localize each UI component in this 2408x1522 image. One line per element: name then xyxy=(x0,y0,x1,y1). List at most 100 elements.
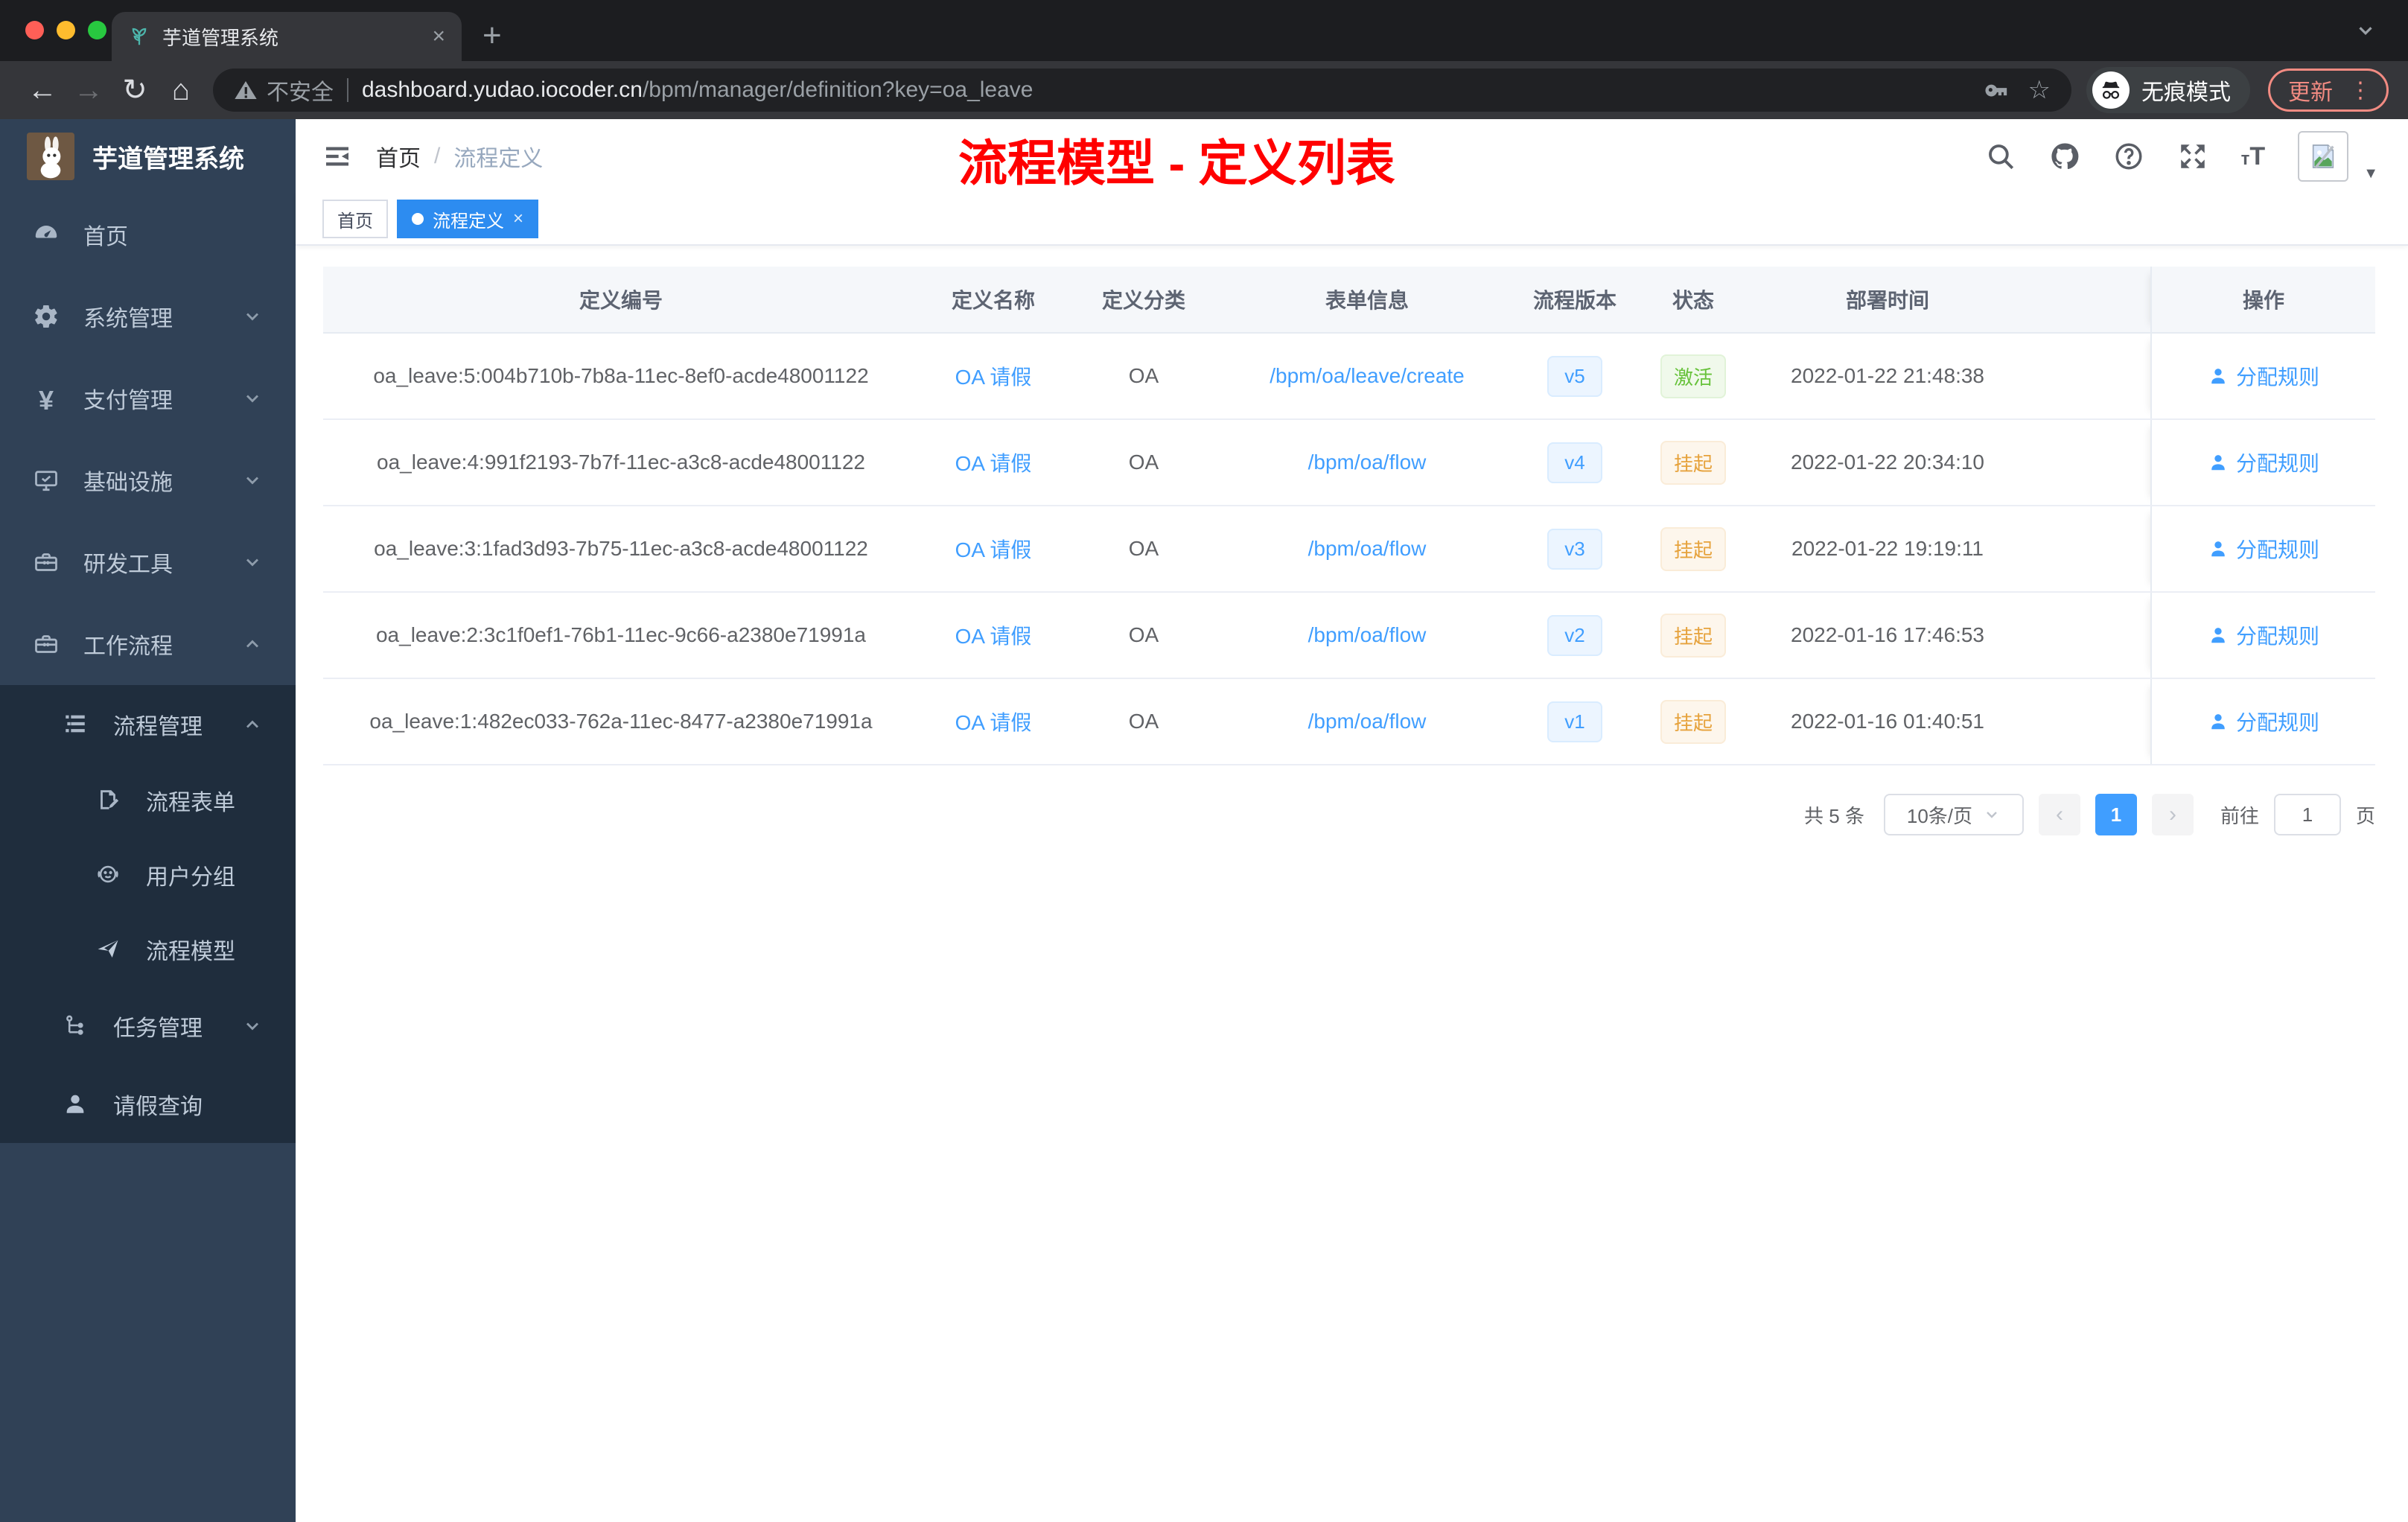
tab-close-icon[interactable]: × xyxy=(432,25,445,48)
content-area: 流程模型 - 定义列表 首页 / 流程定义 тT ▼ 首页 流程定义 × 定义编… xyxy=(296,119,2408,1522)
sidebar-item-leave-query[interactable]: 请假查询 xyxy=(0,1065,296,1143)
form-link[interactable]: /bpm/oa/flow xyxy=(1308,537,1427,560)
sidebar-item-system[interactable]: 系统管理 xyxy=(0,276,296,357)
form-link[interactable]: /bpm/oa/leave/create xyxy=(1270,364,1465,387)
sidebar-item-infrastructure[interactable]: 基础设施 xyxy=(0,439,296,521)
sidebar-item-payment[interactable]: T ¥ 支付管理 xyxy=(0,357,296,439)
security-warning-icon xyxy=(234,78,258,102)
sidebar-item-workflow[interactable]: 工作流程 xyxy=(0,603,296,685)
sidebar-fold-icon[interactable] xyxy=(322,141,352,171)
password-key-icon[interactable] xyxy=(1984,77,2009,103)
main-panel: 定义编号 定义名称 定义分类 表单信息 流程版本 状态 部署时间 操作 oa_l… xyxy=(296,246,2408,1522)
window-close-button[interactable] xyxy=(25,21,44,39)
definition-category: OA xyxy=(1128,710,1159,733)
assign-rule-button[interactable]: 分配规则 xyxy=(2208,707,2319,736)
page-number-1[interactable]: 1 xyxy=(2095,794,2137,835)
sidebar-item-process-management[interactable]: 流程管理 xyxy=(0,685,296,763)
form-link[interactable]: /bpm/oa/flow xyxy=(1308,623,1427,646)
tags-view-bar: 首页 流程定义 × xyxy=(296,194,2408,246)
tab-overflow-chevron-icon[interactable] xyxy=(2354,19,2377,42)
status-badge: 激活 xyxy=(1660,354,1726,398)
avatar[interactable] xyxy=(2298,131,2349,182)
form-link[interactable]: /bpm/oa/flow xyxy=(1308,450,1427,474)
tag-home[interactable]: 首页 xyxy=(322,200,388,238)
app-title: 芋道管理系统 xyxy=(92,144,244,173)
screen: 芋道管理系统 × + ← → ↻ ⌂ 不安全 dashboard.yudao.i… xyxy=(0,0,2408,1522)
help-icon[interactable] xyxy=(2113,141,2144,172)
browser-tab[interactable]: 芋道管理系统 × xyxy=(112,12,462,61)
definition-category: OA xyxy=(1128,623,1159,646)
sidebar-item-home[interactable]: 首页 xyxy=(0,194,296,276)
assign-rule-button[interactable]: 分配规则 xyxy=(2208,448,2319,477)
active-dot-icon xyxy=(412,213,424,225)
goto-page-input[interactable]: 1 xyxy=(2273,794,2341,835)
form-link[interactable]: /bpm/oa/flow xyxy=(1308,710,1427,733)
monitor-icon xyxy=(33,467,60,494)
status-badge: 挂起 xyxy=(1660,699,1726,744)
chevron-up-icon xyxy=(242,634,263,655)
definition-category: OA xyxy=(1128,364,1159,387)
home-button[interactable]: ⌂ xyxy=(158,74,204,107)
next-page-button[interactable]: › xyxy=(2151,794,2194,835)
deploy-time: 2022-01-16 01:40:51 xyxy=(1791,710,1984,733)
sidebar-item-label: 基础设施 xyxy=(83,471,173,495)
back-button[interactable]: ← xyxy=(19,74,66,107)
paper-plane-icon xyxy=(95,936,122,963)
window-minimize-button[interactable] xyxy=(57,21,75,39)
tag-process-definition[interactable]: 流程定义 × xyxy=(397,200,539,238)
assign-rule-button[interactable]: 分配规则 xyxy=(2208,620,2319,650)
url-bar[interactable]: 不安全 dashboard.yudao.iocoder.cn /bpm/mana… xyxy=(213,69,2071,112)
definition-name-link[interactable]: OA 请假 xyxy=(955,711,1032,734)
search-icon[interactable] xyxy=(1985,141,2016,172)
sidebar-item-process-model[interactable]: 流程模型 xyxy=(0,912,296,987)
update-menu-button[interactable]: 更新 ⋮ xyxy=(2268,69,2389,112)
update-label[interactable]: 更新 xyxy=(2288,74,2333,106)
definition-name-link[interactable]: OA 请假 xyxy=(955,625,1032,648)
deploy-time: 2022-01-22 19:19:11 xyxy=(1791,537,1984,560)
definition-id: oa_leave:4:991f2193-7b7f-11ec-a3c8-acde4… xyxy=(377,450,865,474)
browser-menu-icon[interactable]: ⋮ xyxy=(2349,77,2372,104)
definition-name-link[interactable]: OA 请假 xyxy=(955,366,1032,389)
definition-category: OA xyxy=(1128,537,1159,560)
forward-button[interactable]: → xyxy=(66,74,112,107)
window-controls[interactable] xyxy=(25,21,106,39)
sidebar-item-user-group[interactable]: 用户分组 xyxy=(0,838,296,912)
status-badge: 挂起 xyxy=(1660,613,1726,657)
avatar-caret-icon[interactable]: ▼ xyxy=(2363,165,2378,182)
incognito-label: 无痕模式 xyxy=(2141,80,2231,105)
security-label[interactable]: 不安全 xyxy=(267,74,334,106)
dashboard-icon xyxy=(33,221,60,248)
version-badge: v2 xyxy=(1547,614,1602,656)
new-tab-button[interactable]: + xyxy=(482,19,502,52)
breadcrumb-home[interactable]: 首页 xyxy=(376,140,421,173)
table-row: oa_leave:2:3c1f0ef1-76b1-11ec-9c66-a2380… xyxy=(323,593,2375,679)
sidebar-item-dev-tools[interactable]: 研发工具 xyxy=(0,521,296,603)
sidebar-item-process-form[interactable]: 流程表单 xyxy=(0,763,296,838)
toolbox-icon xyxy=(33,549,60,576)
definition-name-link[interactable]: OA 请假 xyxy=(955,452,1032,475)
definition-id: oa_leave:2:3c1f0ef1-76b1-11ec-9c66-a2380… xyxy=(375,623,866,646)
assign-rule-button[interactable]: 分配规则 xyxy=(2208,361,2319,391)
font-size-icon[interactable]: тT xyxy=(2241,142,2266,171)
chevron-down-icon xyxy=(242,388,263,409)
url-divider xyxy=(347,78,348,102)
logo-row[interactable]: 芋道管理系统 xyxy=(0,119,296,194)
status-badge: 挂起 xyxy=(1660,440,1726,485)
reload-button[interactable]: ↻ xyxy=(112,73,158,107)
assign-rule-button[interactable]: 分配规则 xyxy=(2208,534,2319,564)
tag-close-icon[interactable]: × xyxy=(513,208,523,229)
fullscreen-icon[interactable] xyxy=(2177,141,2208,172)
page-size-select[interactable]: 10条/页 xyxy=(1883,794,2024,835)
col-header: 状态 xyxy=(1672,289,1714,312)
sidebar-item-task-management[interactable]: 任务管理 xyxy=(0,987,296,1065)
github-icon[interactable] xyxy=(2049,141,2080,172)
breadcrumb-separator: / xyxy=(434,144,441,168)
app-frame: 芋道管理系统 首页 系统管理 T ¥ 支付管理 xyxy=(0,119,2408,1522)
table-row: oa_leave:4:991f2193-7b7f-11ec-a3c8-acde4… xyxy=(323,420,2375,506)
prev-page-button[interactable]: ‹ xyxy=(2038,794,2080,835)
document-edit-icon xyxy=(95,787,122,814)
definition-name-link[interactable]: OA 请假 xyxy=(955,538,1032,561)
window-zoom-button[interactable] xyxy=(88,21,106,39)
bookmark-star-icon[interactable]: ☆ xyxy=(2028,75,2051,105)
definition-id: oa_leave:3:1fad3d93-7b75-11ec-a3c8-acde4… xyxy=(374,537,868,560)
